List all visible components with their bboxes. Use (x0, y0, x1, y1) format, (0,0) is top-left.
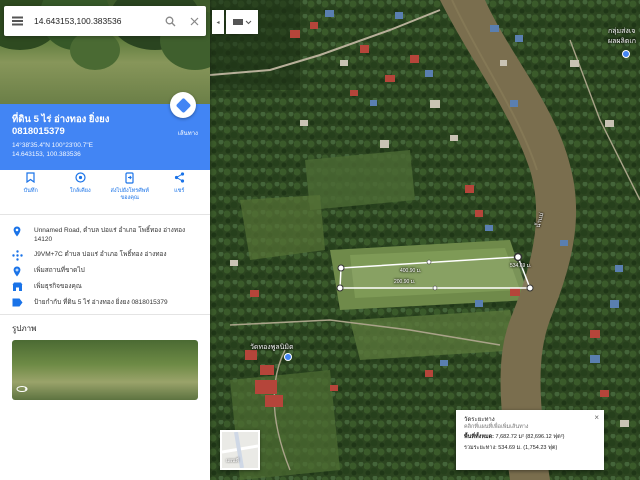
place-photo-thumbnail[interactable] (12, 340, 198, 400)
close-icon[interactable]: × (594, 413, 599, 422)
place-label-top-right-2[interactable]: ผลผลิตเก (608, 36, 636, 47)
plus-code-text: J9VM+7C ตำบล บ่อแร่ อำเภอ โพธิ์ทอง อ่างท… (34, 251, 167, 258)
total-area-row: พื้นที่ทั้งหมด: 7,682.72 ม² (82,696.12 ฟ… (464, 433, 596, 442)
place-header: ที่ดิน 5 ไร่ อ่างทอง ยิ่งยง 0818015379 1… (0, 92, 210, 170)
collapse-panel-button[interactable]: ◂ (212, 10, 224, 34)
total-area-value: 7,682.72 ม² (82,696.12 ฟุต²) (495, 434, 565, 440)
map-type-label: แผนที่ (226, 458, 239, 464)
measure-right-label: 534.69 ม. (510, 263, 532, 269)
plus-code-row[interactable]: J9VM+7C ตำบล บ่อแร่ อำเภอ โพธิ์ทอง อ่างท… (0, 250, 210, 265)
temple-label[interactable]: วัดทองพูลนิมิต (250, 342, 294, 353)
address-text: Unnamed Road, ตำบล บ่อแร่ อำเภอ โพธิ์ทอง… (34, 227, 186, 243)
plus-code-icon (0, 250, 34, 265)
action-bar: บันทึก ใกล้เคียง ส่งไปยังโทรศัพท์ของคุณ … (0, 172, 210, 212)
total-distance-value: 534.69 ม. (1,754.23 ฟุต) (498, 445, 558, 451)
poi-pin-icon[interactable] (622, 50, 630, 58)
measure-top-label: 400.90 ม. (400, 268, 422, 274)
nearby-button[interactable]: ใกล้เคียง (58, 172, 102, 212)
directions-button[interactable] (170, 92, 196, 118)
360-photo-icon (16, 384, 28, 396)
layers-button[interactable] (226, 10, 258, 34)
total-distance-label: รวมระยะทาง: (464, 445, 497, 451)
total-area-label: พื้นที่ทั้งหมด: (464, 434, 494, 440)
divider (0, 214, 210, 215)
add-missing-place-row[interactable]: เพิ่มสถานที่ขาดไป (0, 266, 210, 281)
search-bar: 14.643153,100.383536 (4, 6, 206, 36)
satellite-map[interactable]: 400.90 ม. 200.90 ม. 534.69 ม. วัดทองพูลน… (210, 0, 640, 480)
measure-hint: คลิกที่แผนที่เพื่อเพิ่มเส้นทาง (464, 424, 529, 430)
search-icon[interactable] (158, 6, 182, 36)
nearby-icon (58, 172, 102, 188)
send-to-phone-icon (108, 172, 152, 188)
coords-decimal: 14.643153, 100.383536 (12, 151, 81, 158)
search-input[interactable]: 14.643153,100.383536 (30, 16, 158, 26)
label-text: ป้ายกำกับ ที่ดิน 5 ไร่ อ่างทอง ยิ่งยง 08… (34, 299, 168, 306)
place-title: ที่ดิน 5 ไร่ อ่างทอง ยิ่งยง (12, 114, 110, 125)
measure-distance-card: × วัดระยะทาง คลิกที่แผนที่เพื่อเพิ่มเส้น… (456, 410, 604, 470)
photos-heading: รูปภาพ (12, 324, 37, 333)
place-phone: 0818015379 (12, 126, 65, 137)
bookmark-icon (9, 172, 53, 188)
label-icon (0, 298, 34, 311)
location-pin-icon (0, 226, 34, 241)
menu-icon[interactable] (4, 6, 30, 36)
address-row[interactable]: Unnamed Road, ตำบล บ่อแร่ อำเภอ โพธิ์ทอง… (0, 226, 210, 244)
divider (0, 314, 210, 315)
satellite-imagery (210, 0, 640, 480)
measure-bottom-label: 200.90 ม. (394, 279, 416, 285)
share-icon (157, 172, 201, 188)
add-place-icon (0, 266, 34, 281)
chevron-left-icon: ◂ (216, 19, 220, 26)
send-to-phone-button[interactable]: ส่งไปยังโทรศัพท์ของคุณ (108, 172, 152, 212)
directions-label: เส้นทาง (177, 131, 198, 137)
add-business-text: เพิ่มธุรกิจของคุณ (34, 283, 82, 290)
close-icon[interactable] (182, 6, 206, 36)
directions-icon (175, 97, 191, 113)
temple-pin-icon[interactable] (284, 353, 292, 361)
share-button[interactable]: แชร์ (157, 172, 201, 212)
place-panel: 14.643153,100.383536 ที่ดิน 5 ไร่ อ่างทอ… (0, 0, 210, 480)
map-type-toggle[interactable]: แผนที่ (220, 430, 260, 470)
save-button[interactable]: บันทึก (9, 172, 53, 212)
measure-title: วัดระยะทาง (464, 417, 495, 423)
add-missing-place-text: เพิ่มสถานที่ขาดไป (34, 267, 85, 274)
label-row[interactable]: ป้ายกำกับ ที่ดิน 5 ไร่ อ่างทอง ยิ่งยง 08… (0, 298, 210, 311)
business-icon (0, 282, 34, 296)
add-business-row[interactable]: เพิ่มธุรกิจของคุณ (0, 282, 210, 296)
total-distance-row: รวมระยะทาง: 534.69 ม. (1,754.23 ฟุต) (464, 444, 596, 453)
coords-dms: 14°38'35.4"N 100°23'00.7"E (12, 142, 93, 149)
layers-icon (233, 19, 252, 25)
